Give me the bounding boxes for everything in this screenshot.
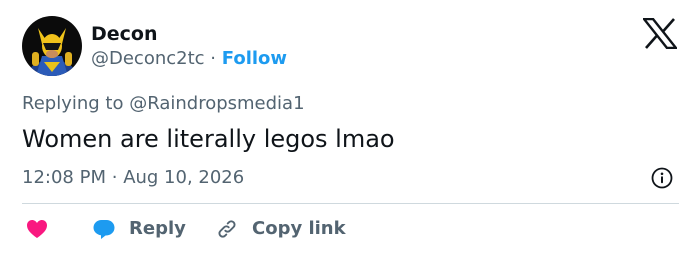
replying-to: Replying to @Raindropsmedia1 (22, 92, 305, 116)
info-icon[interactable] (651, 167, 673, 189)
avatar[interactable] (22, 16, 82, 76)
author-handle-row: @Deconc2tc · Follow (91, 47, 287, 71)
tweet-text: Women are literally legos lmao (22, 125, 395, 153)
handle-separator: · (210, 48, 217, 69)
follow-button[interactable]: Follow (222, 48, 287, 69)
copy-link-button[interactable]: Copy link (216, 217, 346, 241)
tweet-timestamp[interactable]: 12:08 PM · Aug 10, 2026 (22, 166, 244, 190)
like-button[interactable] (26, 217, 48, 241)
x-logo-icon[interactable] (641, 17, 679, 50)
avatar-image (22, 16, 82, 76)
replying-prefix: Replying to (22, 93, 124, 114)
divider (22, 203, 679, 204)
reply-label: Reply (129, 218, 186, 239)
tweet-date: Aug 10, 2026 (123, 167, 245, 188)
author-display-name[interactable]: Decon (91, 22, 158, 46)
timestamp-separator: · (111, 167, 118, 188)
copy-link-label: Copy link (252, 218, 346, 239)
replying-mention[interactable]: @Raindropsmedia1 (129, 93, 304, 114)
tweet-time: 12:08 PM (22, 167, 106, 188)
heart-icon (27, 220, 47, 238)
link-icon (218, 220, 236, 238)
reply-bubble-icon (93, 220, 115, 239)
reply-button[interactable]: Reply (92, 217, 186, 241)
author-handle[interactable]: @Deconc2tc (91, 48, 205, 69)
